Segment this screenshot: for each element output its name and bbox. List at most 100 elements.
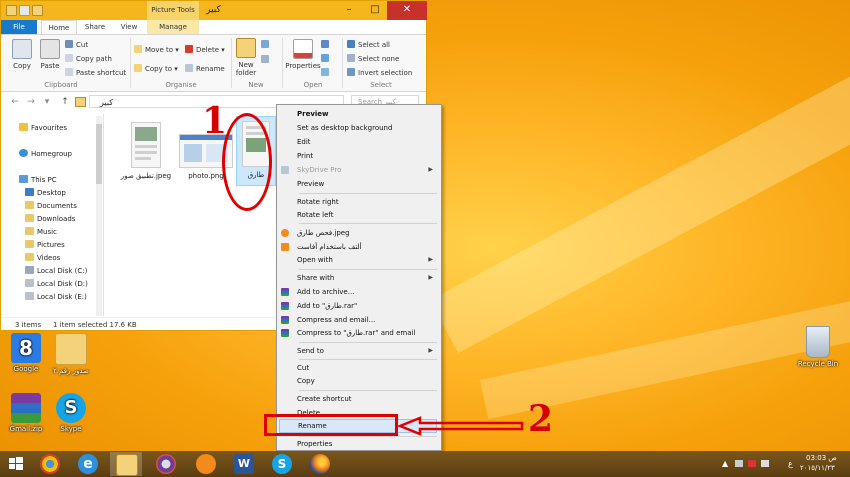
menu-item-share-with[interactable]: Share with ▶	[297, 272, 437, 284]
nav-item-music[interactable]: Music	[25, 227, 57, 236]
forward-arrow-icon[interactable]: →	[25, 96, 37, 108]
desktop-icon	[25, 188, 34, 196]
tab-manage[interactable]: Manage	[147, 20, 199, 34]
nav-item-downloads[interactable]: Downloads	[25, 214, 75, 223]
clock-date[interactable]: ٢٠١٥/١١/٢٣	[800, 464, 835, 472]
back-arrow-icon[interactable]: ←	[9, 96, 21, 108]
file-explorer-icon[interactable]	[116, 454, 138, 476]
invert-selection-button[interactable]: Invert selection	[347, 68, 412, 77]
menu-item-avast-shred[interactable]: ألتف باستخدام أفاست	[281, 241, 437, 253]
tab-view[interactable]: View	[113, 20, 145, 34]
nav-item-documents[interactable]: Documents	[25, 201, 77, 210]
paste-shortcut-button[interactable]: Paste shortcut	[65, 68, 126, 77]
close-button[interactable]: ✕	[387, 1, 427, 20]
desktop-icon-folder[interactable]: صدور رقم ٢	[48, 333, 94, 375]
menu-item-open-with[interactable]: Open with ▶	[297, 254, 437, 266]
edit-button[interactable]	[321, 54, 332, 63]
menu-item-set-desktop-background[interactable]: Set as desktop background	[297, 122, 437, 134]
nav-item-disk-d[interactable]: Local Disk (D:)	[25, 279, 88, 288]
tray-network-icon[interactable]	[748, 460, 756, 467]
title-bar[interactable]: Picture Tools كبير – □ ✕	[1, 1, 427, 20]
tray-chevron-icon[interactable]: ▲	[722, 459, 728, 468]
new-item-button[interactable]	[261, 40, 272, 49]
menu-item-edit[interactable]: Edit	[297, 136, 437, 148]
move-to-button[interactable]: Move to ▾	[134, 45, 179, 54]
start-button[interactable]	[6, 454, 26, 474]
history-button[interactable]	[321, 68, 332, 77]
menu-item-cut[interactable]: Cut	[297, 362, 437, 374]
firefox-icon[interactable]	[310, 454, 330, 474]
open-button[interactable]	[321, 40, 332, 49]
delete-button[interactable]: Delete ▾	[185, 45, 225, 54]
star-icon	[19, 123, 28, 131]
tab-share[interactable]: Share	[78, 20, 112, 34]
drive-icon	[25, 292, 34, 300]
minimize-button[interactable]: –	[336, 1, 362, 20]
desktop-icon-gmail-zip[interactable]: Gmail.zip	[3, 393, 49, 433]
history-icon	[321, 68, 329, 76]
up-arrow-icon[interactable]: ↑	[59, 96, 71, 108]
nav-item-favourites[interactable]: Favourites	[19, 123, 67, 132]
menu-item-avast-scan[interactable]: فحص طارق.jpeg	[281, 227, 437, 239]
desktop-icon-recycle-bin[interactable]: Recycle Bin	[795, 326, 841, 368]
menu-separator	[299, 359, 437, 360]
new-folder-button[interactable]: New folder	[234, 38, 258, 77]
menu-item-compress-email[interactable]: Compress and email...	[281, 314, 437, 326]
menu-item-add-to-archive[interactable]: Add to archive...	[281, 286, 437, 298]
recent-locations-icon[interactable]: ▾	[41, 96, 53, 108]
tray-volume-icon[interactable]	[761, 460, 769, 467]
avast-icon[interactable]	[196, 454, 216, 474]
image-thumbnail	[131, 122, 161, 168]
desktop-icon-skype[interactable]: S Skype	[48, 393, 94, 433]
rename-button[interactable]: Rename	[185, 64, 225, 73]
menu-item-create-shortcut[interactable]: Create shortcut	[297, 393, 437, 405]
skype-icon[interactable]: S	[272, 454, 292, 474]
menu-item-rotate-right[interactable]: Rotate right	[297, 196, 437, 208]
word-icon[interactable]: W	[234, 454, 254, 474]
scrollbar-thumb[interactable]	[96, 124, 102, 184]
properties-button[interactable]: Properties	[285, 39, 321, 70]
file-item[interactable]: تطبيق صور.jpeg	[116, 122, 176, 180]
copy-path-button[interactable]: Copy path	[65, 54, 112, 63]
internet-explorer-icon[interactable]: e	[78, 454, 98, 474]
nav-item-desktop[interactable]: Desktop	[25, 188, 66, 197]
easy-access-button[interactable]	[261, 55, 272, 64]
paste-button[interactable]: Paste	[35, 39, 65, 70]
nav-item-pictures[interactable]: Pictures	[25, 240, 65, 249]
nav-item-videos[interactable]: Videos	[25, 253, 60, 262]
nav-item-disk-e[interactable]: Local Disk (E:)	[25, 292, 87, 301]
menu-item-rotate-left[interactable]: Rotate left	[297, 209, 437, 221]
menu-item-copy[interactable]: Copy	[297, 375, 437, 387]
chrome-icon[interactable]	[40, 454, 60, 474]
nav-scrollbar[interactable]	[96, 116, 102, 316]
tab-file[interactable]: File	[1, 20, 37, 34]
tab-home[interactable]: Home	[41, 20, 77, 34]
nav-item-this-pc[interactable]: This PC	[19, 175, 57, 184]
menu-item-preview[interactable]: Preview	[297, 108, 437, 120]
drive-icon	[25, 279, 34, 287]
winrar-icon	[281, 316, 289, 324]
submenu-arrow-icon: ▶	[428, 166, 433, 173]
menu-item-send-to[interactable]: Send to ▶	[297, 345, 437, 357]
nav-item-disk-c[interactable]: Local Disk (C:)	[25, 266, 87, 275]
desktop-icon-google[interactable]: 8 Google	[3, 333, 49, 373]
menu-item-preview-2[interactable]: Preview	[297, 178, 437, 190]
group-label-open: Open	[303, 81, 323, 89]
language-indicator[interactable]: ع	[788, 459, 793, 468]
clock-time[interactable]: 03:03 ص	[806, 454, 837, 462]
cut-button[interactable]: Cut	[65, 40, 88, 49]
menu-item-add-to-rar[interactable]: Add to "طارق.rar"	[281, 300, 437, 312]
select-none-button[interactable]: Select none	[347, 54, 399, 63]
copy-button[interactable]: Copy	[7, 39, 37, 70]
copy-to-button[interactable]: Copy to ▾	[134, 64, 178, 73]
nav-item-homegroup[interactable]: Homegroup	[19, 149, 72, 158]
select-all-button[interactable]: Select all	[347, 40, 390, 49]
annotation-number-2: 2	[528, 398, 554, 440]
menu-item-print[interactable]: Print	[297, 150, 437, 162]
menu-item-compress-rar-email[interactable]: Compress to "طارق.rar" and email	[281, 327, 437, 339]
media-player-icon[interactable]	[156, 454, 176, 474]
maximize-button[interactable]: □	[362, 1, 388, 20]
menu-item-properties[interactable]: Properties	[297, 438, 437, 450]
tray-app-icon[interactable]	[735, 460, 743, 467]
videos-icon	[25, 253, 34, 261]
